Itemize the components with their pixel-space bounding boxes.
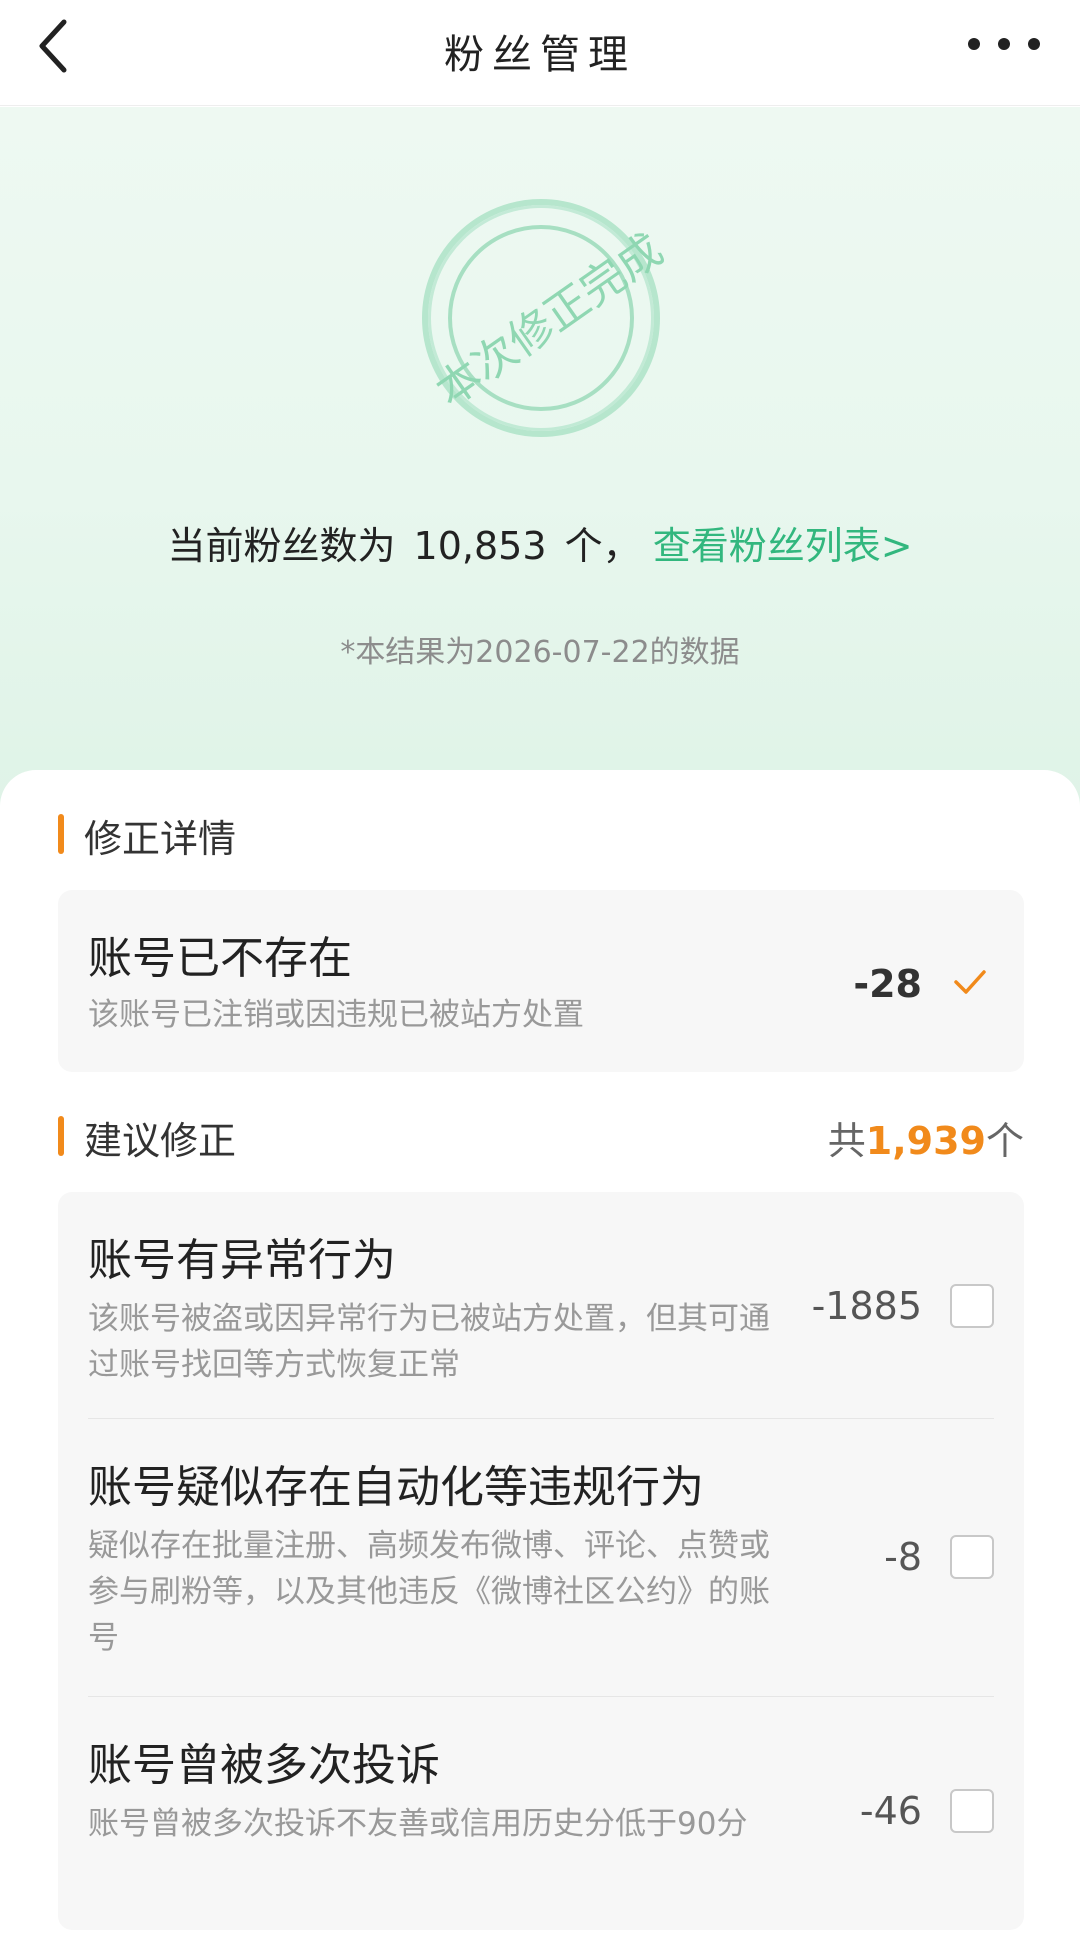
item-desc: 该账号已注销或因违规已被站方处置 (88, 997, 584, 1033)
check-icon (954, 970, 986, 994)
fans-count: 10,853 (413, 524, 547, 568)
item-title: 账号已不存在 (88, 933, 352, 984)
fans-suffix: 个， (564, 524, 641, 568)
suggest-total-count: 1,939 (865, 1119, 986, 1163)
top-navbar: 粉丝管理 (0, 0, 1080, 106)
list-item[interactable]: 账号曾被多次投诉 账号曾被多次投诉不友善或信用历史分低于90分 -46 (88, 1697, 994, 1930)
item-value: -1885 (811, 1284, 922, 1328)
section-header-details: 修正详情 (58, 808, 1024, 861)
section-accent-bar (58, 814, 64, 854)
details-card: 账号已不存在 该账号已注销或因违规已被站方处置 -28 (58, 890, 1024, 1072)
hero-section: 本次修正完成 当前粉丝数为 10,853 个， 查看粉丝列表> *本结果为202… (0, 107, 1080, 807)
view-fans-list-link[interactable]: 查看粉丝列表> (653, 524, 913, 568)
item-value: -46 (859, 1789, 922, 1833)
completion-stamp: 本次修正完成 (422, 199, 672, 437)
page-title: 粉丝管理 (444, 32, 636, 78)
item-checkbox[interactable] (950, 1284, 994, 1328)
item-title: 账号有异常行为 (88, 1235, 396, 1286)
item-desc: 疑似存在批量注册、高频发布微博、评论、点赞或参与刷粉等，以及其他违反《微博社区公… (88, 1528, 770, 1656)
section-title: 建议修正 (84, 1119, 237, 1163)
section-accent-bar (58, 1116, 64, 1156)
item-value: -28 (853, 962, 922, 1006)
suggest-total: 共1,939个 (827, 1119, 1024, 1163)
list-item: 账号已不存在 该账号已注销或因违规已被站方处置 -28 (88, 890, 994, 1072)
list-item[interactable]: 账号有异常行为 该账号被盗或因异常行为已被站方处置，但其可通过账号找回等方式恢复… (88, 1192, 994, 1418)
section-title: 修正详情 (84, 817, 237, 861)
section-header-suggest: 建议修正 共1,939个 (58, 1110, 1024, 1163)
item-desc: 账号曾被多次投诉不友善或信用历史分低于90分 (88, 1806, 748, 1842)
item-title: 账号曾被多次投诉 (88, 1740, 440, 1791)
main-panel: 修正详情 账号已不存在 该账号已注销或因违规已被站方处置 -28 建议修正 共1… (0, 770, 1080, 1953)
item-desc: 该账号被盗或因异常行为已被站方处置，但其可通过账号找回等方式恢复正常 (88, 1301, 770, 1383)
item-checkbox[interactable] (950, 1535, 994, 1579)
item-title: 账号疑似存在自动化等违规行为 (88, 1462, 704, 1513)
fans-count-line: 当前粉丝数为 10,853 个， 查看粉丝列表> (0, 515, 1080, 570)
suggest-card: 账号有异常行为 该账号被盗或因异常行为已被站方处置，但其可通过账号找回等方式恢复… (58, 1192, 1024, 1930)
data-date-note: *本结果为2026-07-22的数据 (340, 635, 740, 670)
list-item[interactable]: 账号疑似存在自动化等违规行为 疑似存在批量注册、高频发布微博、评论、点赞或参与刷… (88, 1419, 994, 1695)
more-horizontal-icon (968, 38, 980, 50)
fans-prefix: 当前粉丝数为 (167, 524, 396, 568)
more-button[interactable] (968, 26, 1040, 62)
item-checkbox[interactable] (950, 1789, 994, 1833)
item-value: -8 (884, 1535, 922, 1579)
